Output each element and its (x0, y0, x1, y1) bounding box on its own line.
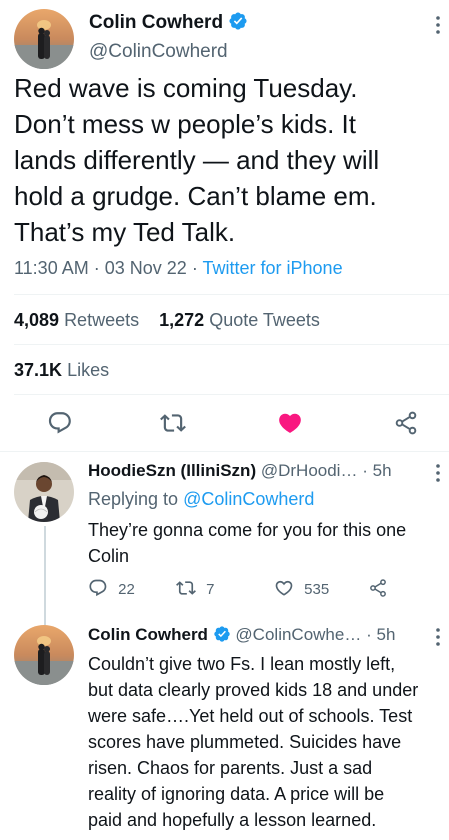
verified-badge-icon (228, 11, 248, 38)
retweet-icon[interactable] (160, 410, 186, 436)
tweet-text-line: risen. Chaos for parents. Just a sad (88, 758, 373, 778)
tweet-text-line: hold a grudge. Can’t blame em. (14, 181, 377, 211)
share-icon[interactable] (393, 410, 419, 436)
reply-1-text: They’re gonna come for you for this one … (88, 517, 446, 569)
reply-1-time[interactable]: 5h (373, 461, 392, 480)
reply-1-reply-action[interactable]: 22 (88, 578, 135, 600)
divider (14, 294, 449, 295)
reply-count: 22 (118, 581, 135, 598)
main-author-name[interactable]: Colin Cowherd (89, 11, 248, 38)
tweet-text-line: lands differently — and they will (14, 145, 380, 175)
retweets-count: 4,089 (14, 310, 60, 330)
tweet-text-line: Couldn’t give two Fs. I lean mostly left… (88, 654, 396, 674)
tweet-text-line: paid and hopefully a lesson learned. (88, 810, 377, 830)
reply-2-text: Couldn’t give two Fs. I lean mostly left… (88, 651, 449, 833)
tweet-text-line: were safe….Yet held out of schools. Test (88, 706, 413, 726)
reply-1-author-handle[interactable]: @DrHoodi… (261, 461, 358, 480)
retweets-stat[interactable]: 4,089 Retweets (14, 310, 139, 330)
tweet-text-line: They’re gonna come for you for this one (88, 520, 407, 540)
reply-icon (89, 579, 107, 597)
share-icon[interactable] (368, 578, 388, 600)
reply-2-author-name[interactable]: Colin Cowherd (88, 625, 208, 644)
tweet-time[interactable]: 11:30 AM (14, 258, 89, 278)
reply-1-header: HoodieSzn (IlliniSzn) @DrHoodi… · 5h (88, 460, 392, 482)
replying-to: Replying to @ColinCowherd (88, 488, 314, 510)
retweet-quote-stats: 4,089 Retweets 1,272 Quote Tweets (14, 309, 320, 331)
tweet-text-line: but data clearly proved kids 18 and unde… (88, 680, 419, 700)
reply-1-author-name[interactable]: HoodieSzn (IlliniSzn) (88, 461, 256, 480)
avatar-reply-2-author[interactable] (14, 625, 74, 685)
like-count: 535 (304, 581, 330, 598)
separator: · (93, 258, 100, 278)
tweet-date[interactable]: 03 Nov 22 (105, 258, 187, 278)
main-author-handle[interactable]: @ColinCowherd (89, 40, 228, 64)
replying-to-label: Replying to (88, 489, 179, 509)
reply-2-header: Colin Cowherd @ColinCowhe… · 5h (88, 624, 395, 649)
likes-label: Likes (67, 360, 110, 380)
main-author-name-text[interactable]: Colin Cowherd (89, 12, 223, 33)
quotes-count: 1,272 (159, 310, 205, 330)
reply-1-retweet-action[interactable]: 7 (176, 578, 215, 600)
tweet-text-line: Red wave is coming Tuesday. (14, 73, 358, 103)
tweet-text-line: Colin (88, 546, 130, 566)
quote-tweets-stat[interactable]: 1,272 Quote Tweets (159, 310, 320, 330)
quotes-label: Quote Tweets (209, 310, 320, 330)
retweets-label: Retweets (64, 310, 140, 330)
avatar-main-author[interactable] (14, 9, 74, 69)
separator: · (362, 461, 368, 480)
retweet-count: 7 (206, 581, 215, 598)
more-options-icon[interactable] (432, 14, 444, 36)
tweet-text-line: scores have plummeted. Suicides have (88, 732, 402, 752)
verified-badge-icon (213, 625, 231, 649)
separator: · (366, 625, 372, 644)
likes-count: 37.1K (14, 360, 63, 380)
replying-to-handle-link[interactable]: @ColinCowherd (183, 489, 314, 509)
tweet-text-line: reality of ignoring data. A price will b… (88, 784, 385, 804)
more-options-icon[interactable] (432, 462, 444, 484)
divider (0, 451, 449, 452)
like-icon[interactable] (277, 410, 303, 436)
tweet-text-line: Don’t mess w people’s kids. It (14, 109, 356, 139)
divider (14, 344, 449, 345)
reply-1-like-action[interactable]: 535 (274, 578, 329, 600)
thread-connector-line (44, 526, 46, 626)
tweet-text-line: That’s my Ted Talk. (14, 217, 236, 247)
likes-stat[interactable]: 37.1K Likes (14, 359, 109, 381)
tweet-metadata: 11:30 AM · 03 Nov 22 · Twitter for iPhon… (14, 257, 343, 279)
reply-icon[interactable] (47, 410, 73, 436)
avatar-reply-1-author[interactable] (14, 462, 74, 522)
more-options-icon[interactable] (432, 626, 444, 648)
divider (14, 394, 449, 395)
reply-2-time[interactable]: 5h (376, 625, 395, 644)
main-tweet-text: Red wave is coming Tuesday. Don’t mess w… (14, 70, 444, 250)
tweet-source-link[interactable]: Twitter for iPhone (203, 258, 343, 278)
reply-2-author-handle[interactable]: @ColinCowhe… (235, 625, 361, 644)
retweet-icon (176, 581, 196, 595)
separator: · (191, 258, 198, 278)
like-icon (275, 580, 293, 596)
